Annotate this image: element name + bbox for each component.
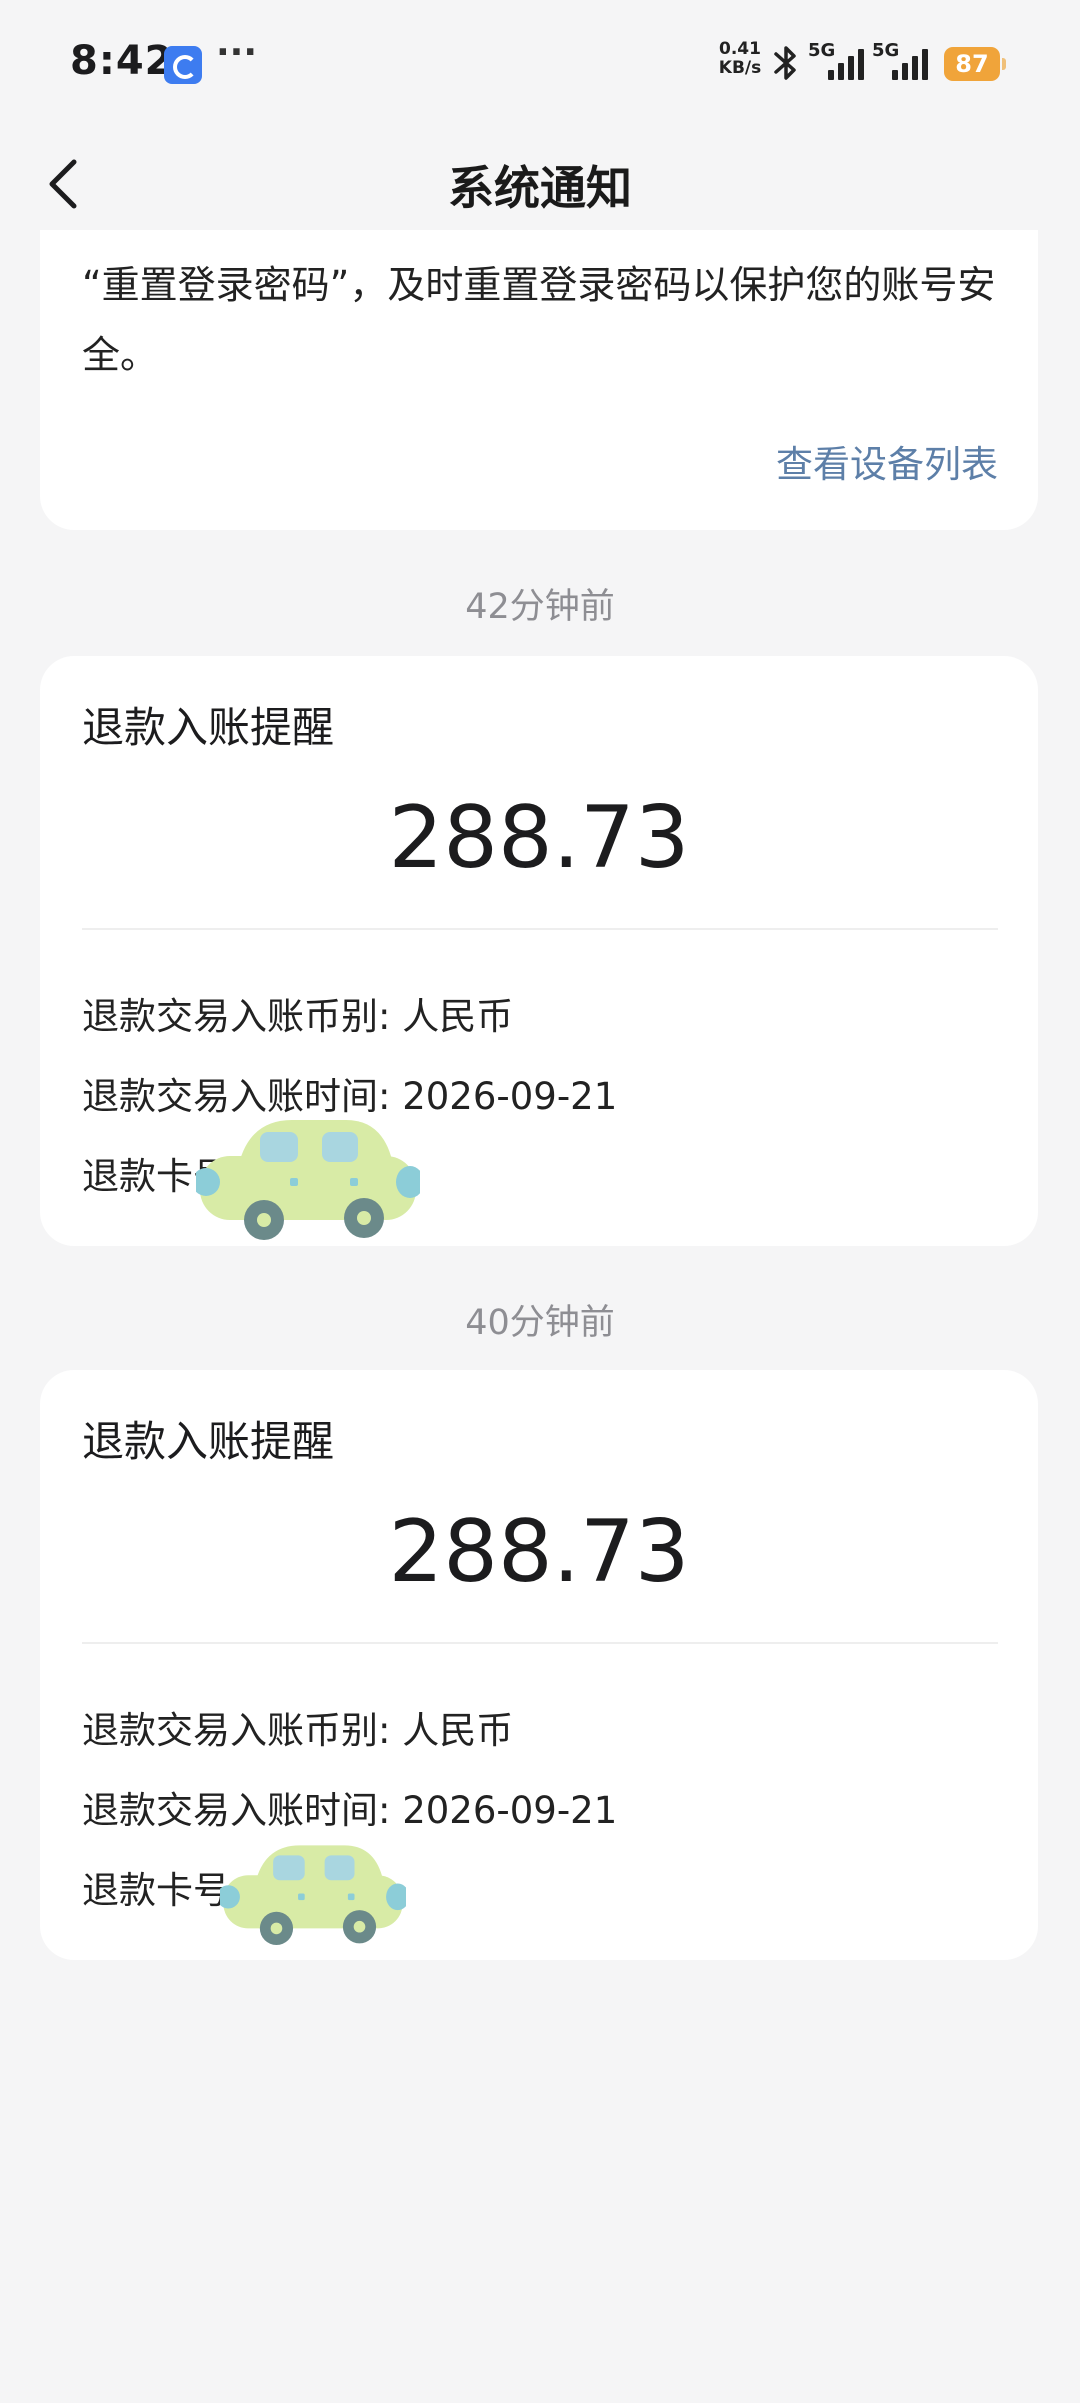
- refund-notification-card[interactable]: 退款入账提醒 288.73 退款交易入账币别: 人民币 退款交易入账时间: 20…: [40, 1370, 1038, 1960]
- car-sticker-icon: [220, 1845, 406, 1945]
- divider: [82, 928, 998, 930]
- refund-title: 退款入账提醒: [82, 703, 335, 752]
- more-notifications-icon: ···: [216, 32, 258, 73]
- refund-date-row: 退款交易入账时间: 2026-09-21: [82, 1075, 618, 1118]
- status-bar: 8:42 ··· 0.41 KB/s 5G 5G 87: [0, 0, 1080, 126]
- refund-card-number-row: 退款卡号: [82, 1869, 230, 1912]
- signal-icon-sim1: 5G: [808, 40, 868, 84]
- refund-amount: 288.73: [388, 1502, 690, 1602]
- nav-bar: 系统通知: [0, 126, 1080, 246]
- signal-icon-sim2: 5G: [872, 40, 932, 84]
- refund-notification-card[interactable]: 退款入账提醒 288.73 退款交易入账币别: 人民币 退款交易入账时间: 20…: [40, 656, 1038, 1246]
- refund-date-row: 退款交易入账时间: 2026-09-21: [82, 1789, 618, 1832]
- status-time: 8:42: [70, 38, 174, 84]
- notification-time-label: 40分钟前: [465, 1303, 615, 1343]
- refund-currency-row: 退款交易入账币别: 人民币: [82, 995, 514, 1038]
- bluetooth-icon: [774, 46, 796, 80]
- refund-amount: 288.73: [388, 788, 690, 888]
- car-sticker-icon: [196, 1120, 420, 1240]
- security-notice-text: “重置登录密码”，及时重置登录密码以保护您的账号安全。: [82, 263, 996, 377]
- notification-time-label: 42分钟前: [465, 587, 615, 627]
- view-device-list-link[interactable]: 查看设备列表: [776, 434, 998, 488]
- network-speed: 0.41 KB/s: [716, 40, 764, 78]
- battery-level: 87: [955, 50, 989, 78]
- refund-currency-row: 退款交易入账币别: 人民币: [82, 1709, 514, 1752]
- app-notification-icon: [164, 46, 202, 84]
- security-notice-card: “重置登录密码”，及时重置登录密码以保护您的账号安全。 查看设备列表: [40, 230, 1038, 530]
- page-title: 系统通知: [448, 161, 632, 215]
- battery-icon: 87: [944, 47, 1006, 81]
- divider: [82, 1642, 998, 1644]
- network-speed-unit: KB/s: [718, 58, 762, 78]
- refund-title: 退款入账提醒: [82, 1417, 335, 1466]
- network-speed-value: 0.41: [719, 39, 761, 59]
